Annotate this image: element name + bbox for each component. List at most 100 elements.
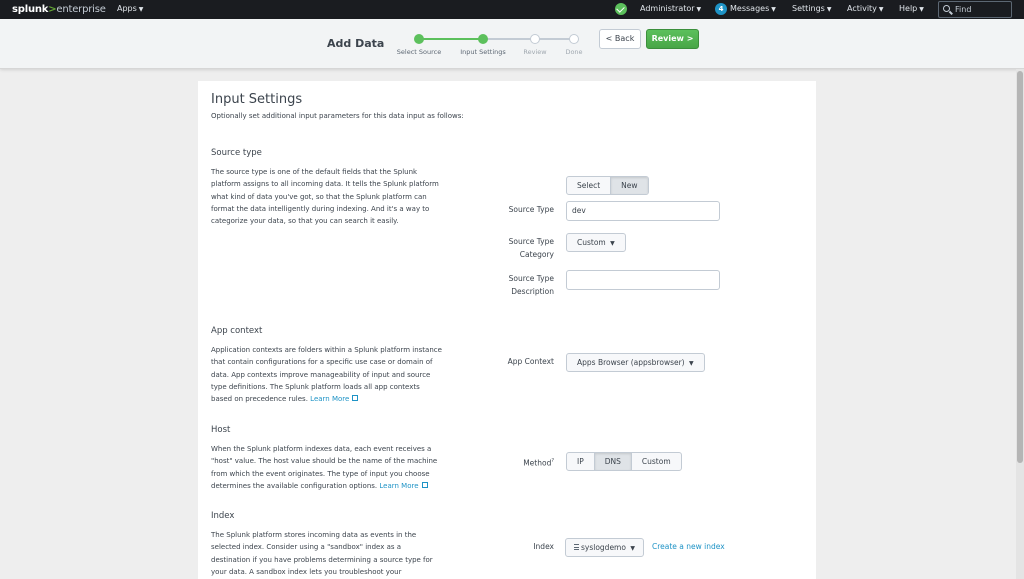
user-menu-label: Administrator bbox=[640, 4, 695, 13]
description-text: determines the available configuration o… bbox=[211, 481, 378, 490]
page-scrollbar[interactable] bbox=[1016, 69, 1024, 579]
external-link-icon bbox=[421, 481, 428, 488]
index-label: Index bbox=[533, 542, 554, 551]
source-type-category-dropdown[interactable]: Custom ▼ bbox=[566, 233, 626, 252]
label-line: Source Type bbox=[508, 274, 554, 283]
step-done-dot bbox=[569, 34, 579, 44]
find-search-input[interactable]: Find bbox=[938, 1, 1012, 18]
description-line: that contain configurations for a specif… bbox=[211, 358, 433, 367]
messages-count-badge[interactable]: 4 bbox=[715, 3, 727, 15]
method-label: Method? bbox=[454, 455, 554, 470]
description-line: The source type is one of the default fi… bbox=[211, 168, 418, 176]
source-type-heading: Source type bbox=[211, 148, 262, 158]
host-heading: Host bbox=[211, 425, 231, 435]
apps-menu[interactable]: Apps ▼ bbox=[117, 4, 143, 13]
top-navigation-bar: splunk>enterprise Apps ▼ Administrator ▼ 4… bbox=[0, 0, 1024, 19]
source-type-description-input[interactable] bbox=[566, 270, 720, 290]
description-line: selected index. Consider using a "sandbo… bbox=[211, 543, 402, 552]
health-status-icon[interactable] bbox=[615, 3, 627, 15]
settings-menu[interactable]: Settings ▼ bbox=[792, 4, 831, 13]
progress-line-pending bbox=[483, 38, 574, 40]
source-type-input[interactable]: dev bbox=[566, 201, 720, 221]
dropdown-value: Custom bbox=[577, 238, 606, 247]
description-line: your data. A sandbox index lets you trou… bbox=[211, 567, 402, 576]
activity-menu[interactable]: Activity ▼ bbox=[847, 4, 884, 13]
learn-more-link[interactable]: Learn More bbox=[310, 395, 349, 403]
input-settings-panel: Input Settings Optionally set additional… bbox=[198, 81, 816, 579]
page-title: Add Data bbox=[327, 37, 385, 50]
learn-more-link[interactable]: Learn More bbox=[379, 482, 418, 490]
host-method-toggle: IP DNS Custom bbox=[566, 452, 682, 471]
caret-down-icon: ▼ bbox=[689, 360, 694, 367]
caret-down-icon: ▼ bbox=[826, 6, 832, 13]
host-description: When the Splunk platform indexes data, e… bbox=[211, 443, 461, 492]
description-line: format the data intelligently during ind… bbox=[211, 204, 430, 213]
app-context-description: Application contexts are folders within … bbox=[211, 344, 461, 405]
splunk-logo[interactable]: splunk>enterprise bbox=[12, 4, 106, 15]
method-custom-button[interactable]: Custom bbox=[632, 453, 681, 470]
label-line: Category bbox=[519, 249, 554, 259]
help-menu-label: Help bbox=[899, 4, 918, 13]
help-icon[interactable]: ? bbox=[551, 458, 554, 464]
dropdown-value: Apps Browser (appsbrowser) bbox=[577, 358, 685, 367]
method-dns-button[interactable]: DNS bbox=[594, 453, 632, 470]
description-line: based on precedence rules. Learn More bbox=[211, 393, 461, 405]
create-new-index-link[interactable]: Create a new index bbox=[652, 542, 725, 551]
messages-menu[interactable]: Messages ▼ bbox=[730, 4, 776, 13]
index-description: The Splunk platform stores incoming data… bbox=[211, 529, 461, 578]
description-line: "host" value. The host value should be t… bbox=[211, 457, 438, 466]
source-type-description: The source type is one of the default fi… bbox=[211, 166, 461, 227]
caret-down-icon: ▼ bbox=[138, 6, 144, 13]
caret-down-icon: ▼ bbox=[919, 6, 924, 13]
source-type-label: Source Type bbox=[508, 205, 554, 214]
description-line: Application contexts are folders within … bbox=[211, 346, 442, 354]
apps-menu-label: Apps bbox=[117, 4, 137, 13]
description-line: The Splunk platform stores incoming data… bbox=[211, 531, 417, 539]
source-type-mode-toggle: Select New bbox=[566, 176, 649, 195]
index-heading: Index bbox=[211, 511, 235, 521]
app-context-dropdown[interactable]: Apps Browser (appsbrowser) ▼ bbox=[566, 353, 705, 372]
step-done-label: Done bbox=[565, 48, 583, 56]
back-button[interactable]: < Back bbox=[599, 29, 641, 49]
app-context-heading: App context bbox=[211, 326, 263, 336]
description-text: based on precedence rules. bbox=[211, 395, 308, 404]
settings-menu-label: Settings bbox=[792, 4, 825, 13]
scrollbar-thumb[interactable] bbox=[1017, 71, 1023, 463]
caret-down-icon: ▼ bbox=[878, 6, 884, 13]
source-type-category-label: Source Type Category bbox=[454, 236, 554, 261]
description-line: from which the event originates. The typ… bbox=[211, 469, 430, 478]
description-line: destination if you have problems determi… bbox=[211, 555, 433, 564]
app-context-label: App Context bbox=[507, 357, 554, 366]
caret-down-icon: ▼ bbox=[696, 6, 702, 13]
add-data-wizard-header: Add Data Select Source Input Settings Re… bbox=[0, 19, 1024, 69]
user-menu[interactable]: Administrator ▼ bbox=[640, 4, 701, 13]
step-select-source-dot bbox=[414, 34, 424, 44]
database-icon bbox=[574, 544, 579, 550]
section-heading: Input Settings bbox=[211, 92, 303, 107]
method-label-text: Method bbox=[523, 458, 552, 468]
label-line: Description bbox=[511, 286, 554, 296]
caret-down-icon: ▼ bbox=[610, 240, 615, 247]
review-button[interactable]: Review > bbox=[646, 29, 699, 49]
description-line: When the Splunk platform indexes data, e… bbox=[211, 445, 432, 453]
step-input-settings-dot bbox=[478, 34, 488, 44]
description-line: determines the available configuration o… bbox=[211, 480, 461, 492]
caret-down-icon: ▼ bbox=[771, 6, 776, 13]
step-select-source-label: Select Source bbox=[396, 48, 442, 56]
activity-menu-label: Activity bbox=[847, 4, 877, 13]
progress-line-complete bbox=[419, 38, 483, 40]
find-placeholder: Find bbox=[955, 5, 972, 14]
method-ip-button[interactable]: IP bbox=[567, 453, 595, 470]
source-type-description-label: Source Type Description bbox=[454, 273, 554, 298]
step-review-dot bbox=[530, 34, 540, 44]
new-toggle-button[interactable]: New bbox=[611, 177, 648, 194]
label-line: Source Type bbox=[508, 237, 554, 246]
help-menu[interactable]: Help ▼ bbox=[899, 4, 924, 13]
description-line: platform assigns to all incoming data. I… bbox=[211, 180, 439, 189]
description-line: categorize your data, so that you can se… bbox=[211, 217, 399, 226]
select-toggle-button[interactable]: Select bbox=[567, 177, 612, 194]
intro-text: Optionally set additional input paramete… bbox=[211, 112, 464, 120]
index-dropdown[interactable]: syslogdemo ▼ bbox=[565, 538, 644, 557]
messages-menu-label: Messages bbox=[730, 4, 770, 13]
description-line: data. App contexts improve manageability… bbox=[211, 370, 431, 379]
